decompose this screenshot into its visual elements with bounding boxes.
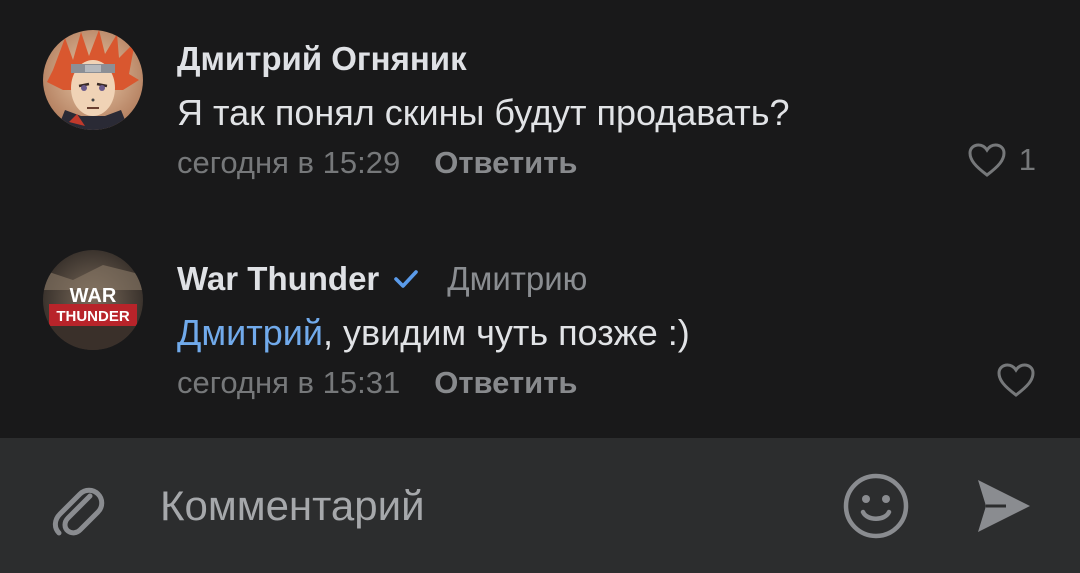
comment-time: сегодня в 15:31 [177,365,401,400]
send-icon[interactable] [972,476,1034,536]
avatar[interactable]: WAR THUNDER [43,250,143,350]
comment-input[interactable] [160,476,800,536]
comments-screen: Дмитрий Огняник Я так понял скины будут … [0,0,1080,573]
anime-character-avatar-icon [43,30,143,130]
war-thunder-logo-icon: WAR THUNDER [43,250,143,350]
author-row: Дмитрий Огняник [177,40,467,78]
heart-icon [968,143,1006,177]
like-button[interactable]: 1 [967,142,1036,178]
avatar-logo-line-1: WAR [70,285,117,307]
like-count: 1 [1018,142,1036,177]
reply-button[interactable]: Ответить [434,365,577,401]
comment-item: WAR THUNDER War Thunder Дмитрию Дмитрий,… [0,220,1080,438]
heart-icon [997,363,1035,397]
mention-link[interactable]: Дмитрий [177,312,323,353]
author-row: War Thunder Дмитрию [177,260,587,298]
reply-to-name[interactable]: Дмитрию [447,260,587,298]
comment-text: Я так понял скины будут продавать? [177,92,790,133]
comment-input-bar [0,438,1080,573]
comment-text-body: , увидим чуть позже :) [322,312,690,353]
author-name[interactable]: Дмитрий Огняник [177,40,467,78]
comment-meta: сегодня в 15:31 Ответить [177,365,577,401]
comment-meta: сегодня в 15:29 Ответить [177,145,577,181]
comment-time: сегодня в 15:29 [177,145,401,180]
like-button[interactable] [996,362,1036,398]
comment-item: Дмитрий Огняник Я так понял скины будут … [0,0,1080,220]
author-name[interactable]: War Thunder [177,260,379,298]
comment-text: Дмитрий, увидим чуть позже :) [177,312,690,354]
smile-icon[interactable] [842,472,910,540]
verified-check-icon [394,270,419,288]
paperclip-icon[interactable] [46,478,108,540]
avatar-logo-line-2: THUNDER [56,308,129,325]
avatar[interactable] [43,30,143,130]
reply-button[interactable]: Ответить [434,145,577,181]
